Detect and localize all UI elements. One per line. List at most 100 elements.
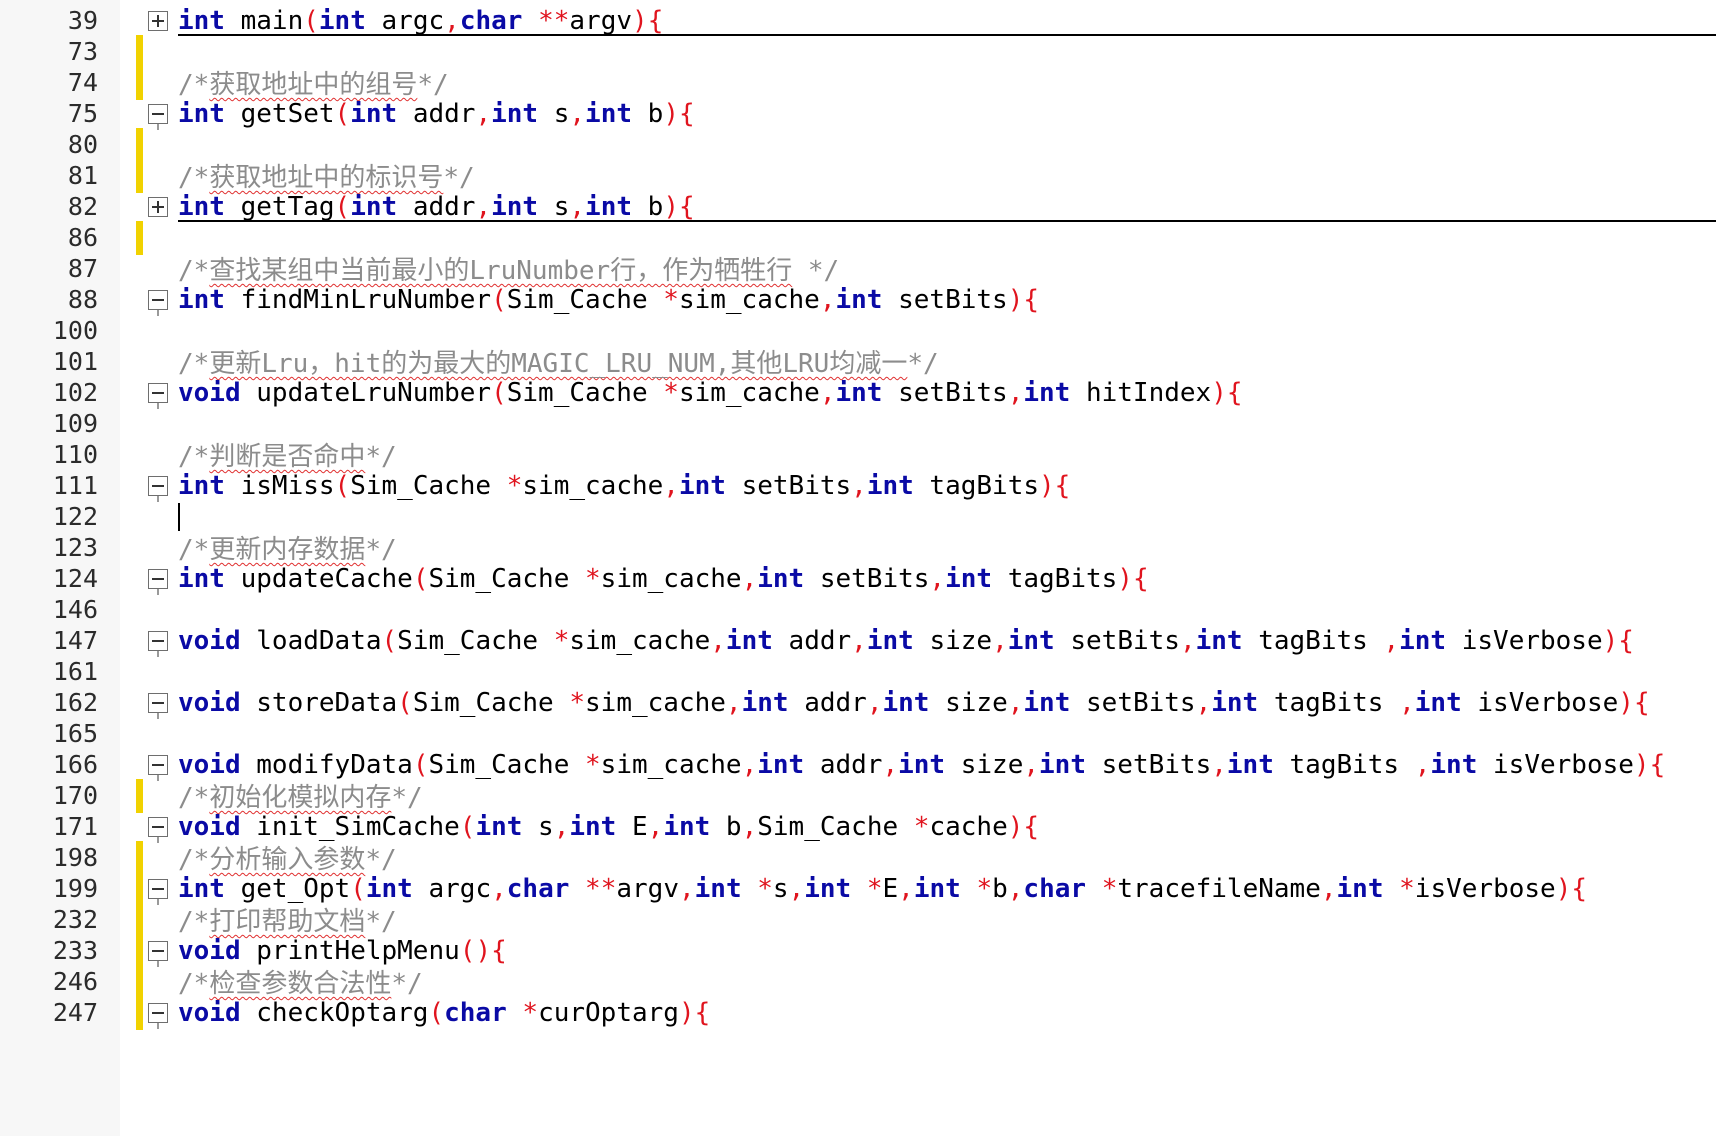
fold-expand-icon[interactable] xyxy=(148,11,168,31)
code-line[interactable]: 165 xyxy=(0,717,1716,751)
code-text[interactable]: void printHelpMenu(){ xyxy=(178,936,507,966)
code-line[interactable]: 171 void init_SimCache(int s,int E,int b,… xyxy=(0,810,1716,844)
punctuation-token: { xyxy=(647,6,664,36)
keyword-token: void xyxy=(178,998,241,1028)
code-comment[interactable]: /*获取地址中的标识号*/ xyxy=(178,163,475,193)
code-line[interactable]: 86 xyxy=(0,221,1716,255)
code-line[interactable]: 80 xyxy=(0,128,1716,162)
keyword-token: int xyxy=(1336,874,1384,904)
punctuation-token: , xyxy=(741,564,758,594)
code-text[interactable]: void modifyData(Sim_Cache *sim_cache,int… xyxy=(178,750,1665,780)
code-comment[interactable]: /*分析输入参数*/ xyxy=(178,845,397,875)
code-line[interactable]: 81 /*获取地址中的标识号*/ xyxy=(0,159,1716,193)
code-line[interactable]: 199 int get_Opt(int argc,char **argv,int … xyxy=(0,872,1716,906)
code-line[interactable]: 162 void storeData(Sim_Cache *sim_cache,i… xyxy=(0,686,1716,720)
code-line[interactable]: 146 xyxy=(0,593,1716,627)
punctuation-token: ( xyxy=(334,99,351,129)
code-comment[interactable]: /*初始化模拟内存*/ xyxy=(178,783,423,813)
code-line[interactable]: 198 /*分析输入参数*/ xyxy=(0,841,1716,875)
fold-collapse-icon[interactable] xyxy=(148,693,168,713)
code-comment[interactable]: /*获取地址中的组号*/ xyxy=(178,70,449,100)
fold-collapse-icon[interactable] xyxy=(148,383,168,403)
punctuation-token: , xyxy=(725,688,742,718)
fold-collapse-icon[interactable] xyxy=(148,941,168,961)
code-text[interactable]: int findMinLruNumber(Sim_Cache *sim_cach… xyxy=(178,285,1039,315)
code-line[interactable]: 111 int isMiss(Sim_Cache *sim_cache,int s… xyxy=(0,469,1716,503)
code-line[interactable]: 233 void printHelpMenu(){ xyxy=(0,934,1716,968)
punctuation-token: { xyxy=(1618,626,1634,656)
punctuation-token: , xyxy=(569,99,586,129)
punctuation-token: * xyxy=(1101,874,1118,904)
code-line[interactable]: 166 void modifyData(Sim_Cache *sim_cache,… xyxy=(0,748,1716,782)
code-line[interactable]: 232 /*打印帮助文档*/ xyxy=(0,903,1716,937)
code-editor[interactable]: 39 int main(int argc,char **argv){73 74/*获… xyxy=(0,0,1716,1136)
code-comment[interactable]: /*更新内存数据*/ xyxy=(178,535,397,565)
code-line[interactable]: 39 int main(int argc,char **argv){ xyxy=(0,4,1716,38)
fold-collapse-icon[interactable] xyxy=(148,104,168,124)
punctuation-token: ) xyxy=(1117,564,1133,594)
code-line[interactable]: 122 xyxy=(0,500,1716,534)
fold-collapse-icon[interactable] xyxy=(148,755,168,775)
fold-collapse-icon[interactable] xyxy=(148,569,168,589)
code-line[interactable]: 87 /*查找某组中当前最小的LruNumber行，作为牺牲行 */ xyxy=(0,252,1716,287)
code-comment[interactable]: /*检查参数合法性*/ xyxy=(178,969,423,999)
code-line[interactable]: 109 xyxy=(0,407,1716,441)
code-line[interactable]: 101 /*更新Lru，hit的为最大的MAGIC_LRU_NUM,其他LRU均减… xyxy=(0,345,1716,380)
keyword-token: void xyxy=(178,626,241,656)
fold-collapse-icon[interactable] xyxy=(148,631,168,651)
identifier-token: s xyxy=(538,192,570,222)
code-line[interactable]: 74 /*获取地址中的组号*/ xyxy=(0,66,1716,100)
keyword-token: int xyxy=(694,874,742,904)
punctuation-token: ) xyxy=(1007,812,1024,842)
code-comment[interactable]: /*更新Lru，hit的为最大的MAGIC_LRU_NUM,其他LRU均减一*/ xyxy=(178,349,939,379)
code-text[interactable]: void init_SimCache(int s,int E,int b,Sim… xyxy=(178,812,1039,842)
code-text[interactable]: void storeData(Sim_Cache *sim_cache,int … xyxy=(178,688,1650,718)
code-text[interactable]: int isMiss(Sim_Cache *sim_cache,int setB… xyxy=(178,471,1070,501)
code-line[interactable]: 147 void loadData(Sim_Cache *sim_cache,in… xyxy=(0,624,1716,658)
comment-open: /* xyxy=(178,783,210,813)
punctuation-token: ) xyxy=(1602,626,1619,656)
code-text[interactable]: void checkOptarg(char *curOptarg){ xyxy=(178,998,710,1028)
code-line[interactable]: 102 void updateLruNumber(Sim_Cache *sim_c… xyxy=(0,376,1716,410)
code-text[interactable]: int updateCache(Sim_Cache *sim_cache,int… xyxy=(178,564,1149,594)
fold-collapse-icon[interactable] xyxy=(148,290,168,310)
fold-collapse-icon[interactable] xyxy=(148,879,168,899)
line-number: 198 xyxy=(52,843,98,872)
code-text[interactable]: int getSet(int addr,int s,int b){ xyxy=(178,99,695,129)
code-line[interactable]: 246 /*检查参数合法性*/ xyxy=(0,965,1716,999)
code-comment[interactable]: /*判断是否命中*/ xyxy=(178,442,397,472)
fold-collapse-icon[interactable] xyxy=(148,476,168,496)
fold-expand-icon[interactable] xyxy=(148,197,168,217)
code-text[interactable]: void updateLruNumber(Sim_Cache *sim_cach… xyxy=(178,378,1243,408)
comment-open: /* xyxy=(178,349,210,379)
code-line[interactable]: 123 /*更新内存数据*/ xyxy=(0,531,1716,566)
code-line[interactable]: 110 /*判断是否命中*/ xyxy=(0,438,1716,473)
punctuation-token: { xyxy=(1571,874,1587,904)
comment-text: 获取地址中的标识号 xyxy=(209,163,444,193)
fold-collapse-icon[interactable] xyxy=(148,817,168,837)
code-line[interactable]: 170 /*初始化模拟内存*/ xyxy=(0,779,1716,813)
change-marker-bar xyxy=(136,159,143,193)
punctuation-token: * xyxy=(663,378,679,408)
identifier-token: Sim_Cache xyxy=(350,471,507,501)
code-text[interactable]: int getTag(int addr,int s,int b){ xyxy=(178,192,695,222)
code-line[interactable]: 73 xyxy=(0,35,1716,69)
punctuation-token: * xyxy=(866,874,883,904)
fold-collapse-icon[interactable] xyxy=(148,1003,168,1023)
code-line[interactable]: 88 int findMinLruNumber(Sim_Cache *sim_ca… xyxy=(0,283,1716,317)
code-line[interactable]: 100 xyxy=(0,314,1716,348)
punctuation-token: , xyxy=(788,874,805,904)
fold-guide-line xyxy=(157,1023,159,1029)
code-line[interactable]: 247 void checkOptarg(char *curOptarg){ xyxy=(0,996,1716,1030)
code-line[interactable]: 124 int updateCache(Sim_Cache *sim_cache,… xyxy=(0,562,1716,596)
code-comment[interactable]: /*打印帮助文档*/ xyxy=(178,907,397,937)
keyword-token: int xyxy=(491,192,539,222)
code-line[interactable]: 75 int getSet(int addr,int s,int b){ xyxy=(0,97,1716,131)
code-line[interactable]: 82 int getTag(int addr,int s,int b){ xyxy=(0,190,1716,224)
code-text[interactable]: int main(int argc,char **argv){ xyxy=(178,6,663,36)
code-text[interactable]: void loadData(Sim_Cache *sim_cache,int a… xyxy=(178,626,1634,656)
code-comment[interactable]: /*查找某组中当前最小的LruNumber行，作为牺牲行 */ xyxy=(178,256,839,286)
code-line[interactable]: 161 xyxy=(0,655,1716,689)
identifier-token: addr xyxy=(397,99,476,129)
code-text[interactable]: int get_Opt(int argc,char **argv,int *s,… xyxy=(178,874,1587,904)
